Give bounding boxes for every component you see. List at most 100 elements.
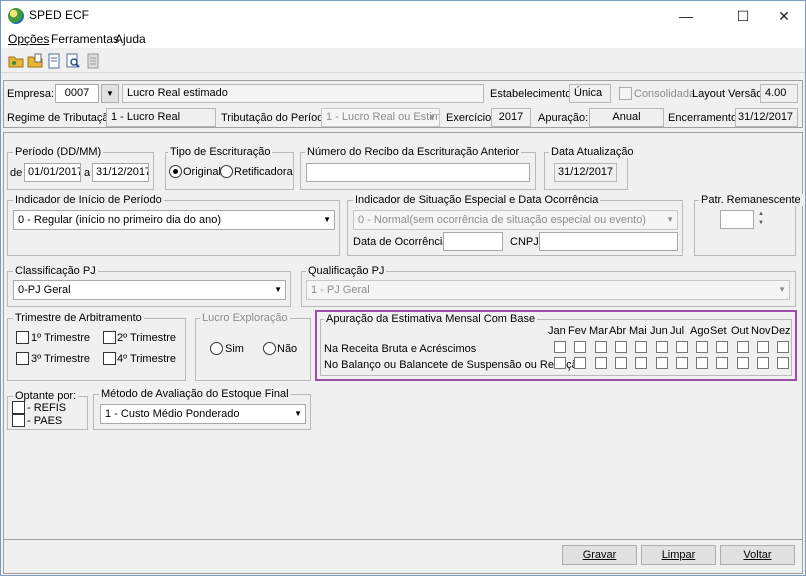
receita-month-checkbox[interactable] [737, 341, 749, 353]
empresa-name-field: Lucro Real estimado [122, 84, 484, 103]
list-document-icon[interactable] [85, 53, 101, 69]
qualificacao-select[interactable]: 1 - PJ Geral ▼ [306, 280, 790, 300]
balanco-month-checkbox[interactable] [716, 357, 728, 369]
receita-month-checkbox[interactable] [757, 341, 769, 353]
menu-opcoes[interactable]: Opções [8, 32, 49, 46]
empresa-code-field[interactable]: 0007 [55, 84, 99, 103]
data-atualizacao-value: 31/12/2017 [554, 163, 617, 182]
receita-month-checkbox[interactable] [595, 341, 607, 353]
lucro-nao-radio[interactable] [263, 342, 276, 355]
receita-month-checkbox[interactable] [696, 341, 708, 353]
minimize-button[interactable]: — [663, 2, 709, 30]
escrituracao-label: Tipo de Escrituração [168, 146, 273, 158]
trimestre-4-label: 4º Trimestre [117, 353, 177, 365]
balanco-month-checkbox[interactable] [757, 357, 769, 369]
limpar-label: Limpar [661, 549, 696, 561]
chevron-down-icon: ▼ [666, 215, 674, 224]
receita-month-checkbox[interactable] [554, 341, 566, 353]
paes-checkbox[interactable] [12, 414, 25, 427]
balanco-month-checkbox[interactable] [615, 357, 627, 369]
original-radio[interactable] [169, 165, 182, 178]
gravar-label: Gravar [582, 549, 617, 561]
month-header: Dez [771, 325, 791, 337]
situacao-especial-label: Indicador de Situação Especial e Data Oc… [353, 194, 601, 206]
receita-month-checkbox[interactable] [716, 341, 728, 353]
trimestre-3-checkbox[interactable] [16, 352, 29, 365]
periodo-de-field[interactable]: 01/01/2017 [24, 163, 81, 182]
trimestre-4-checkbox[interactable] [103, 352, 116, 365]
indicador-inicio-value: 0 - Regular (início no primeiro dia do a… [18, 214, 221, 226]
balanco-label: No Balanço ou Balancete de Suspensão ou … [324, 359, 584, 371]
gravar-button[interactable]: Gravar [562, 545, 637, 565]
menu-ferramentas[interactable]: Ferramentas [51, 32, 119, 46]
edit-document-icon[interactable] [27, 53, 43, 69]
periodo-de-label: de [10, 167, 23, 179]
cnpj-label: CNPJ: [510, 236, 542, 248]
search-document-icon[interactable] [65, 53, 81, 69]
balanco-month-checkbox[interactable] [554, 357, 566, 369]
month-header: Ago [690, 325, 710, 337]
retificadora-radio[interactable] [220, 165, 233, 178]
tributacao-select-value: 1 - Lucro Real ou Estim. [326, 111, 440, 123]
indicador-inicio-label: Indicador de Início de Período [13, 194, 164, 206]
empresa-dropdown-button[interactable]: ▼ [101, 84, 119, 103]
trimestre-1-checkbox[interactable] [16, 331, 29, 344]
situacao-especial-select[interactable]: 0 - Normal(sem ocorrência de situação es… [353, 210, 678, 230]
tributacao-select[interactable]: 1 - Lucro Real ou Estim. ▼ [321, 108, 440, 127]
receita-bruta-label: Na Receita Bruta e Acréscimos [324, 343, 477, 355]
balanco-month-checkbox[interactable] [777, 357, 789, 369]
receita-month-checkbox[interactable] [676, 341, 688, 353]
balanco-month-checkbox[interactable] [676, 357, 688, 369]
retificadora-label: Retificadora [234, 166, 293, 178]
recibo-field[interactable] [306, 163, 530, 182]
app-logo-icon [8, 8, 24, 24]
lucro-sim-radio[interactable] [210, 342, 223, 355]
balanco-month-checkbox[interactable] [635, 357, 647, 369]
encerramento-label: Encerramento: [668, 112, 741, 124]
receita-month-checkbox[interactable] [777, 341, 789, 353]
lucro-sim-label: Sim [225, 343, 244, 355]
month-header: Mai [629, 325, 647, 337]
paes-label: - PAES [27, 415, 63, 427]
apuracao-label: Apuração: [538, 112, 589, 124]
patr-remanescente-field[interactable] [720, 210, 754, 229]
classificacao-select[interactable]: 0-PJ Geral ▼ [13, 280, 286, 300]
balanco-month-checkbox[interactable] [574, 357, 586, 369]
receita-month-checkbox[interactable] [574, 341, 586, 353]
balanco-month-checkbox[interactable] [595, 357, 607, 369]
close-button[interactable]: ✕ [761, 2, 806, 30]
balanco-month-checkbox[interactable] [737, 357, 749, 369]
situacao-especial-value: 0 - Normal(sem ocorrência de situação es… [358, 214, 646, 226]
metodo-select[interactable]: 1 - Custo Médio Ponderado ▼ [100, 404, 306, 424]
receita-month-checkbox[interactable] [656, 341, 668, 353]
chevron-down-icon: ▼ [323, 215, 331, 224]
receita-month-checkbox[interactable] [615, 341, 627, 353]
chevron-down-icon: ▼ [294, 409, 302, 418]
open-folder-icon[interactable] [8, 53, 24, 69]
balanco-month-checkbox[interactable] [656, 357, 668, 369]
trimestre-group [7, 318, 186, 381]
layout-versao-value: 4.00 [760, 84, 798, 103]
cnpj-field[interactable] [539, 232, 678, 251]
metodo-label: Método de Avaliação do Estoque Final [99, 388, 291, 400]
patr-spinner[interactable]: ▲ ▼ [755, 210, 767, 229]
balanco-month-checkbox[interactable] [696, 357, 708, 369]
month-header: Out [731, 325, 749, 337]
data-ocorrencia-field[interactable] [443, 232, 503, 251]
indicador-inicio-select[interactable]: 0 - Regular (início no primeiro dia do a… [13, 210, 335, 230]
receita-month-checkbox[interactable] [635, 341, 647, 353]
data-ocorrencia-label: Data de Ocorrência: [353, 236, 452, 248]
periodo-a-field[interactable]: 31/12/2017 [92, 163, 149, 182]
voltar-button[interactable]: Voltar [720, 545, 795, 565]
trimestre-2-checkbox[interactable] [103, 331, 116, 344]
consolidada-checkbox[interactable] [619, 87, 632, 100]
trimestre-3-label: 3º Trimestre [31, 353, 91, 365]
limpar-button[interactable]: Limpar [641, 545, 716, 565]
maximize-button[interactable]: ☐ [720, 2, 766, 30]
toolbar [1, 48, 805, 73]
document-icon[interactable] [46, 53, 62, 69]
month-header: Abr [609, 325, 627, 337]
menu-ajuda[interactable]: Ajuda [115, 32, 146, 46]
refis-checkbox[interactable] [12, 401, 25, 414]
patr-remanescente-label: Patr. Remanescente [699, 194, 803, 206]
